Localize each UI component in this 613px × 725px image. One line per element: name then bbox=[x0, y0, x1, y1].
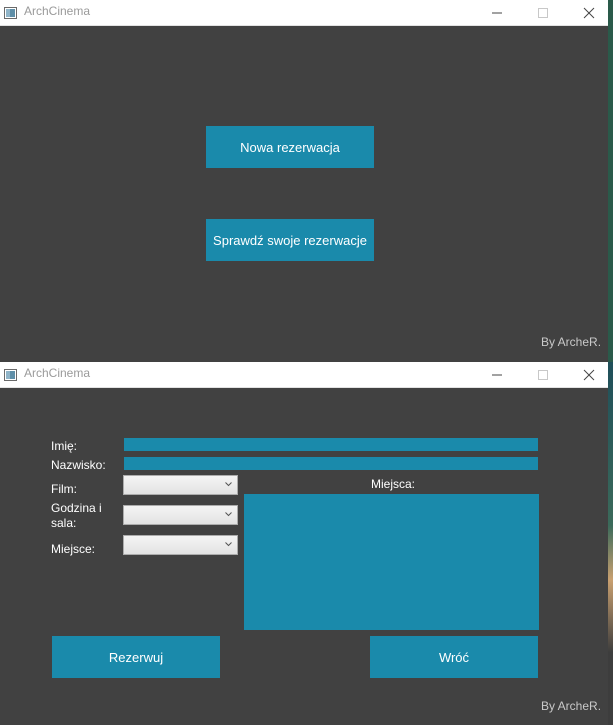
close-icon bbox=[583, 369, 595, 381]
maximize-icon bbox=[538, 8, 548, 18]
seat-dropdown[interactable] bbox=[123, 535, 238, 555]
close-button[interactable] bbox=[566, 362, 612, 387]
background-strip bbox=[608, 362, 613, 725]
minimize-icon bbox=[492, 374, 502, 376]
new-reservation-button[interactable]: Nowa rezerwacja bbox=[206, 126, 374, 168]
title-bar[interactable]: ArchCinema bbox=[0, 362, 613, 388]
check-reservations-button[interactable]: Sprawdź swoje rezerwacje bbox=[206, 219, 374, 261]
last-name-label: Nazwisko: bbox=[51, 458, 106, 472]
window-title: ArchCinema bbox=[24, 366, 91, 380]
reserve-button[interactable]: Rezerwuj bbox=[52, 636, 220, 678]
first-name-label: Imię: bbox=[51, 439, 78, 453]
app-icon bbox=[4, 6, 17, 19]
time-hall-label: Godzina i sala: bbox=[51, 501, 102, 530]
time-hall-dropdown[interactable] bbox=[123, 505, 238, 525]
minimize-button[interactable] bbox=[474, 362, 520, 387]
seat-label: Miejsce: bbox=[51, 542, 96, 556]
maximize-button[interactable] bbox=[520, 0, 566, 25]
reservation-window: ArchCinema Imię: Nazwisko: Film: Godzina… bbox=[0, 362, 613, 725]
minimize-button[interactable] bbox=[474, 0, 520, 25]
chevron-down-icon bbox=[225, 482, 232, 487]
background-strip bbox=[608, 0, 613, 362]
film-dropdown[interactable] bbox=[123, 475, 238, 495]
author-credit: By ArcheR. bbox=[541, 335, 602, 349]
maximize-icon bbox=[538, 370, 548, 380]
last-name-field[interactable] bbox=[124, 457, 538, 470]
seats-label: Miejsca: bbox=[371, 477, 416, 491]
minimize-icon bbox=[492, 12, 502, 14]
window-title: ArchCinema bbox=[24, 4, 91, 18]
back-button[interactable]: Wróć bbox=[370, 636, 538, 678]
seats-list[interactable] bbox=[244, 494, 539, 630]
close-icon bbox=[583, 7, 595, 19]
main-menu-window: ArchCinema Nowa rezerwacja Sprawdź swoje… bbox=[0, 0, 613, 362]
maximize-button[interactable] bbox=[520, 362, 566, 387]
film-label: Film: bbox=[51, 482, 77, 496]
title-bar[interactable]: ArchCinema bbox=[0, 0, 613, 26]
chevron-down-icon bbox=[225, 512, 232, 517]
close-button[interactable] bbox=[566, 0, 612, 25]
app-icon bbox=[4, 368, 17, 381]
author-credit: By ArcheR. bbox=[541, 699, 602, 713]
chevron-down-icon bbox=[225, 542, 232, 547]
first-name-field[interactable] bbox=[124, 438, 538, 451]
